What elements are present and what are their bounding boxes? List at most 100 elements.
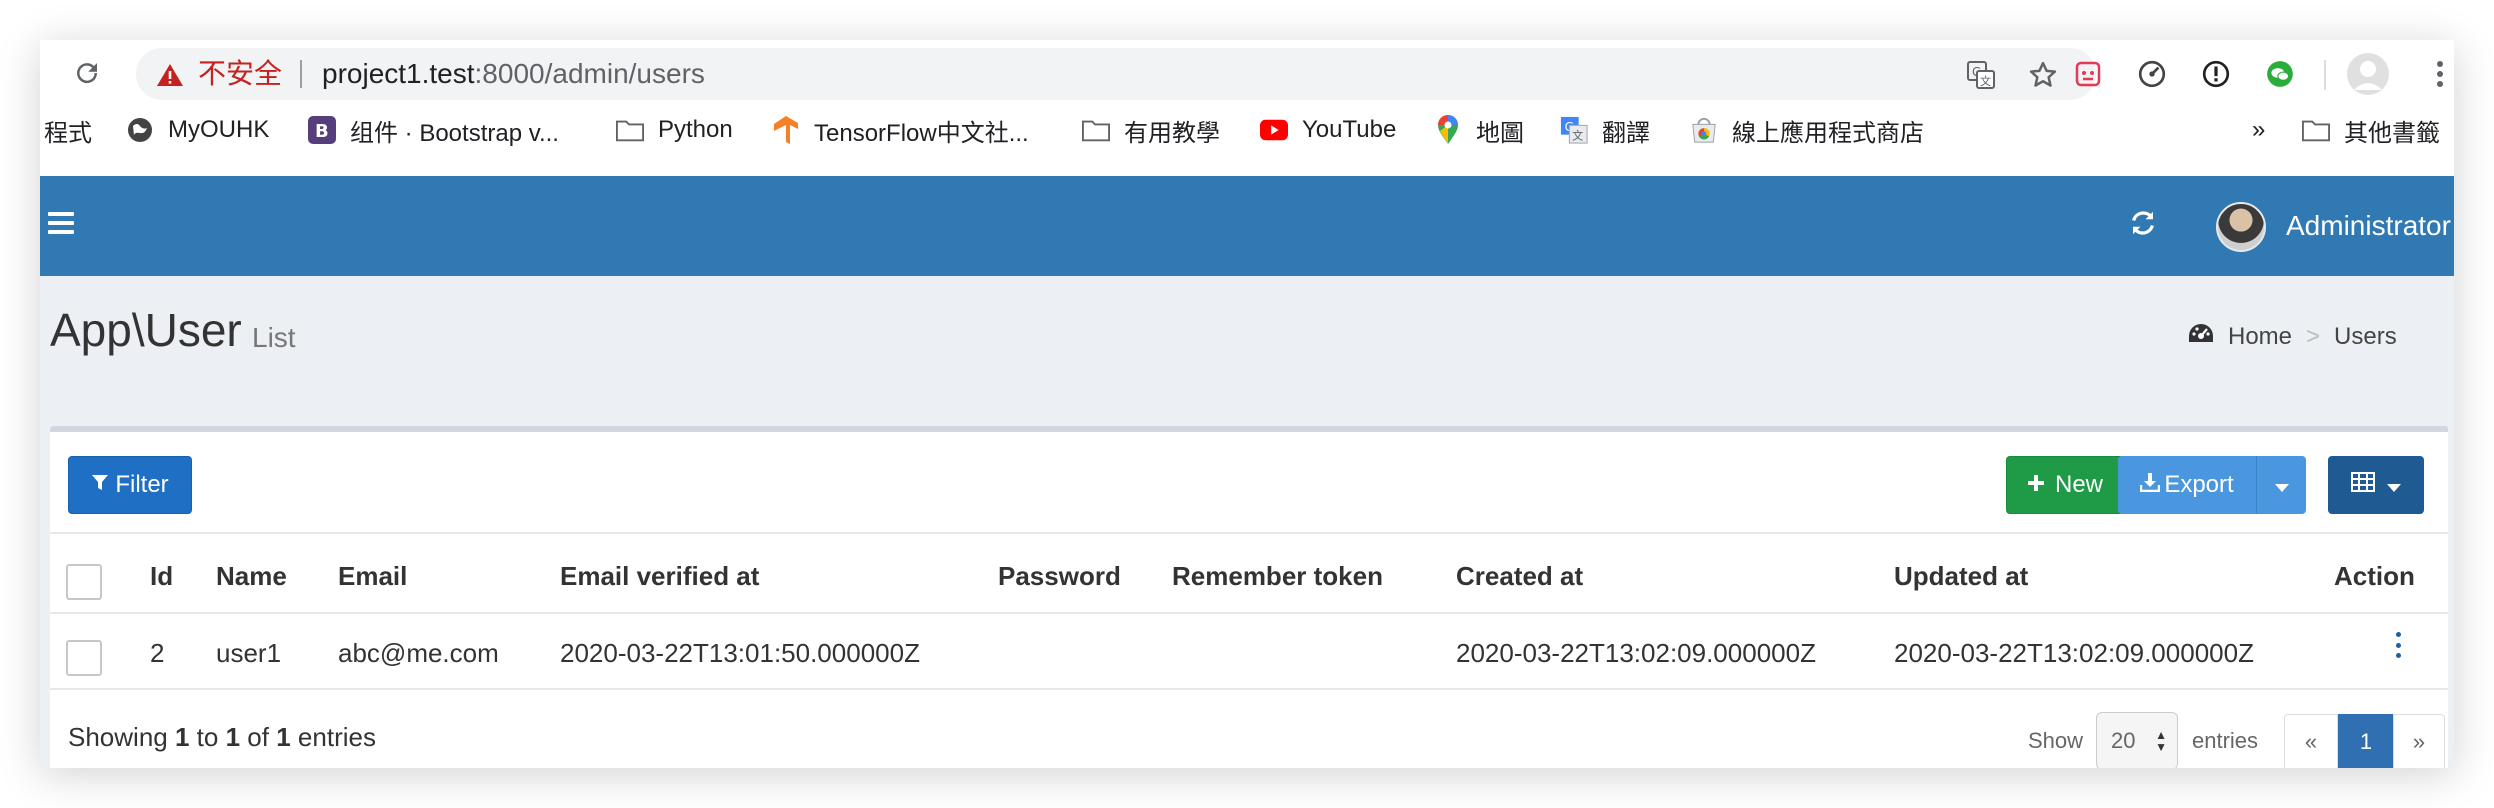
bookmark-item[interactable]: 程式: [44, 113, 92, 147]
showing-of-word: of: [247, 722, 269, 752]
bookmark-item[interactable]: 地圖: [1434, 113, 1524, 147]
showing-to-word: to: [196, 722, 219, 752]
pagination-prev[interactable]: «: [2284, 714, 2338, 768]
admin-navbar: Administrator: [40, 176, 2454, 276]
row-actions-icon[interactable]: [2394, 632, 2402, 658]
more-menu-icon[interactable]: [2424, 58, 2454, 90]
column-header-email-verified-at[interactable]: Email verified at: [560, 560, 759, 592]
reload-icon[interactable]: [70, 56, 104, 90]
bookmark-item[interactable]: YouTube: [1260, 113, 1396, 147]
column-header-password[interactable]: Password: [998, 560, 1121, 592]
column-header-remember-token[interactable]: Remember token: [1172, 560, 1383, 592]
cell-email: abc@me.com: [338, 638, 499, 668]
url-text[interactable]: project1.test:8000/admin/users: [322, 58, 705, 90]
column-header-updated-at[interactable]: Updated at: [1894, 560, 2028, 592]
cell-id: 2: [150, 638, 165, 668]
tensorflow-icon: [772, 116, 800, 144]
bookmark-item[interactable]: 線上應用程式商店: [1690, 113, 1924, 147]
browser-toolbar: 不安全 project1.test:8000/admin/users G文: [40, 40, 2454, 105]
bookmarks-bar: 程式 MyOUHK B 组件 · Bootstrap v... Python T…: [40, 105, 2454, 153]
select-arrows-icon: ▲ ▼: [2155, 728, 2167, 754]
filter-label: Filter: [115, 471, 169, 498]
info-extension-icon[interactable]: [2200, 58, 2232, 90]
warning-icon: [156, 63, 184, 92]
export-dropdown-toggle[interactable]: [2256, 456, 2306, 514]
dashboard-icon: [2188, 322, 2214, 351]
cell-updated-at: 2020-03-22T13:02:09.000000Z: [1894, 638, 2254, 668]
showing-total: 1: [276, 722, 291, 752]
bookmark-label: Python: [658, 116, 733, 143]
translate-icon: G文: [1560, 116, 1588, 144]
svg-text:B: B: [315, 121, 329, 142]
bookmark-label: TensorFlow中文社...: [814, 119, 1029, 147]
insecure-label[interactable]: 不安全: [198, 58, 282, 90]
bookmark-label: YouTube: [1302, 116, 1397, 143]
breadcrumb: Home > Users: [2188, 322, 2397, 351]
grid-box: Filter New Export Id Name Email Email ve…: [50, 426, 2448, 768]
content-area: App\User List Home > Users Filter New Ex…: [40, 276, 2454, 768]
translate-icon[interactable]: G文: [1966, 60, 1996, 90]
bookmark-item[interactable]: 有用教學: [1082, 113, 1220, 147]
bookmark-label: 線上應用程式商店: [1732, 119, 1924, 147]
showing-entries-word: entries: [297, 722, 376, 752]
filter-button[interactable]: Filter: [68, 456, 192, 514]
export-button[interactable]: Export: [2118, 456, 2256, 514]
folder-icon: [2302, 116, 2330, 144]
webstore-icon: [1690, 116, 1718, 144]
hamburger-menu-icon[interactable]: [48, 212, 74, 236]
address-bar[interactable]: 不安全 project1.test:8000/admin/users G文: [136, 48, 2096, 100]
select-all-checkbox[interactable]: [66, 564, 102, 600]
per-page-value: 20: [2111, 728, 2136, 753]
maps-pin-icon: [1434, 115, 1462, 144]
speedometer-icon[interactable]: [2136, 58, 2168, 90]
bookmarks-overflow[interactable]: »: [2252, 113, 2265, 147]
refresh-icon[interactable]: [2128, 208, 2160, 240]
showing-from: 1: [174, 722, 190, 752]
column-header-action: Action: [2334, 561, 2415, 591]
showing-to: 1: [225, 722, 241, 752]
url-path: :8000/admin/users: [474, 58, 705, 89]
wechat-icon[interactable]: [2264, 58, 2296, 90]
per-page-select[interactable]: 20 ▲ ▼: [2096, 712, 2178, 768]
bookmark-label: 其他書籤: [2344, 119, 2440, 147]
divider: [50, 532, 2448, 534]
new-label: New: [2054, 471, 2103, 498]
bookmark-label: 地圖: [1476, 119, 1524, 147]
cell-created-at: 2020-03-22T13:02:09.000000Z: [1456, 638, 1816, 668]
bookmark-item[interactable]: B 组件 · Bootstrap v...: [308, 113, 559, 147]
column-header-created-at[interactable]: Created at: [1456, 560, 1583, 592]
bookmark-item[interactable]: 其他書籤: [2302, 113, 2440, 147]
omnibox-divider: [300, 60, 302, 88]
bookmark-item[interactable]: TensorFlow中文社...: [772, 113, 1029, 147]
entries-label: entries: [2192, 728, 2259, 753]
cell-name: user1: [216, 638, 282, 668]
bookmark-label: 组件 · Bootstrap v...: [350, 119, 559, 147]
star-icon[interactable]: [2028, 60, 2058, 90]
showing-prefix: Showing: [68, 722, 168, 752]
extension-red-icon[interactable]: [2072, 58, 2104, 90]
breadcrumb-home[interactable]: Home: [2228, 323, 2292, 351]
svg-text:文: 文: [1980, 74, 1991, 88]
url-host: project1.test: [322, 58, 475, 89]
column-header-id[interactable]: Id: [150, 560, 173, 592]
bookmark-item[interactable]: G文 翻譯: [1560, 113, 1650, 147]
profile-avatar-icon[interactable]: [2346, 52, 2390, 96]
user-name[interactable]: Administrator: [2286, 208, 2451, 244]
bootstrap-icon: B: [308, 116, 336, 144]
columns-selector-button[interactable]: [2328, 456, 2424, 514]
column-header-email[interactable]: Email: [338, 560, 407, 592]
svg-text:文: 文: [1572, 128, 1583, 142]
bookmark-item[interactable]: Python: [616, 113, 733, 147]
pagination-page-current[interactable]: 1: [2338, 714, 2394, 768]
folder-icon: [1082, 116, 1110, 144]
bookmark-item[interactable]: MyOUHK: [126, 113, 269, 147]
caret-down-icon: [2274, 471, 2289, 499]
filter-icon: [91, 471, 109, 499]
overflow-chevron-icon: »: [2252, 116, 2266, 143]
row-checkbox[interactable]: [66, 640, 102, 676]
user-avatar[interactable]: [2216, 202, 2266, 252]
new-button[interactable]: New: [2006, 456, 2124, 514]
table-icon: [2351, 471, 2375, 499]
column-header-name[interactable]: Name: [216, 560, 287, 592]
pagination-next[interactable]: »: [2393, 714, 2445, 768]
